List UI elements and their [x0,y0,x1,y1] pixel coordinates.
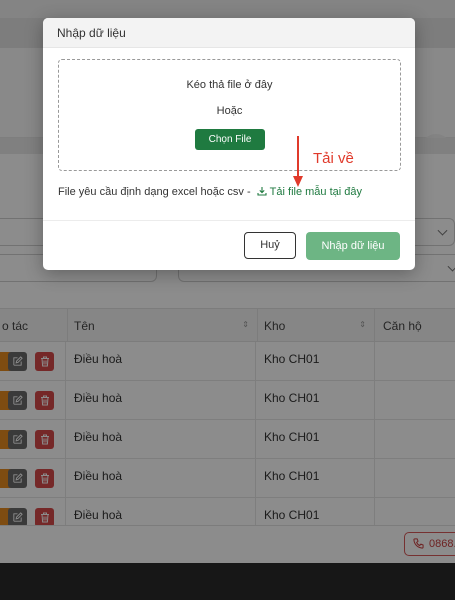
or-text: Hoặc [216,105,243,117]
modal-title: Nhập dữ liệu [43,18,415,48]
import-data-modal: Nhập dữ liệu Kéo thả file ở đây Hoặc Chọ… [43,18,415,270]
requirement-text: File yêu cầu định dạng excel hoặc csv - [58,186,251,198]
annotation-label: Tải về [313,150,354,167]
annotation-arrow-icon [293,136,303,187]
choose-file-button[interactable]: Chọn File [195,129,265,150]
file-requirement: File yêu cầu định dạng excel hoặc csv - … [58,186,362,198]
import-data-button[interactable]: Nhập dữ liệu [306,232,400,260]
download-icon [257,187,267,196]
modal-divider [43,220,415,221]
download-template-link[interactable]: Tải file mẫu tại đây [257,186,362,198]
dropzone-text: Kéo thả file ở đây [186,79,273,91]
download-link-label: Tải file mẫu tại đây [269,186,362,198]
cancel-button[interactable]: Huỷ [244,232,296,259]
